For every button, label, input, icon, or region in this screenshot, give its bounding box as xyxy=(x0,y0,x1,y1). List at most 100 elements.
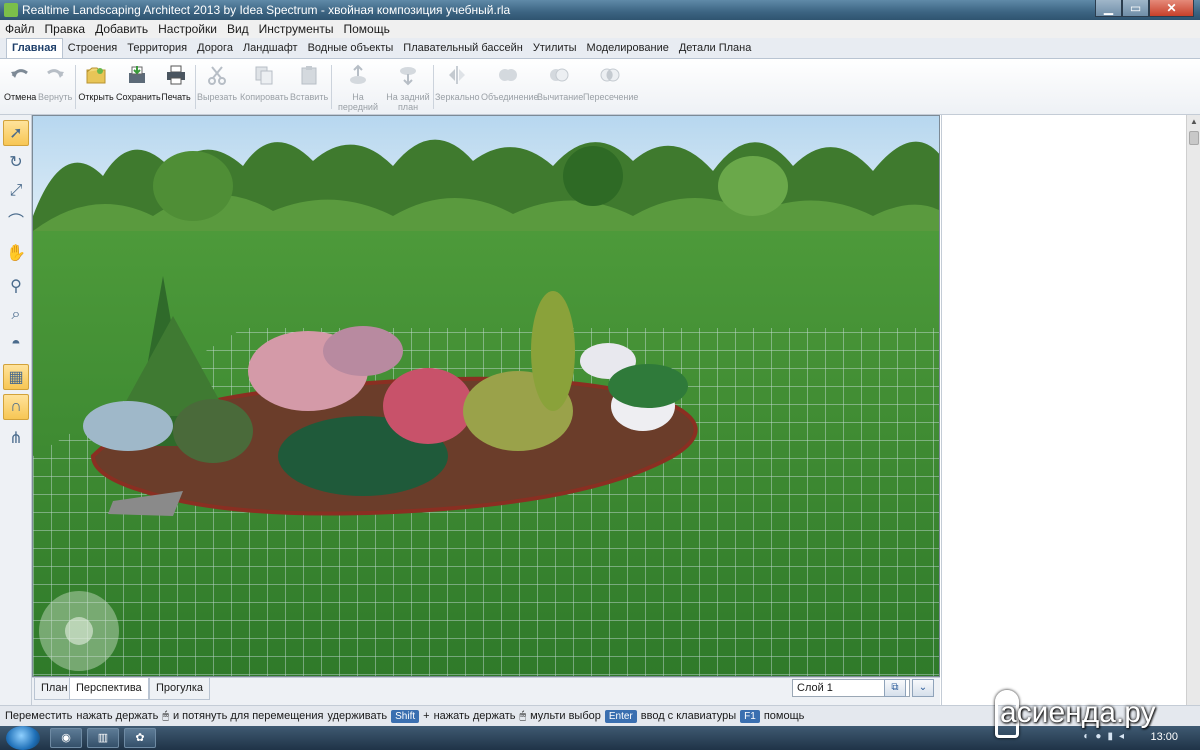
zoom-window-icon[interactable]: ⌕ xyxy=(3,302,29,328)
resize-icon[interactable]: ⤢ xyxy=(3,178,29,204)
menu-file[interactable]: Файл xyxy=(0,22,40,36)
magnet-icon[interactable]: ∩ xyxy=(3,394,29,420)
minimize-button[interactable]: ▁ xyxy=(1095,0,1122,17)
properties-panel xyxy=(941,115,1186,705)
tab-water[interactable]: Водные объекты xyxy=(303,39,399,58)
cut-button[interactable]: Вырезать xyxy=(197,64,237,102)
rotate-icon[interactable]: ↻ xyxy=(3,149,29,175)
redo-icon xyxy=(47,69,64,78)
mouse-icon: 🖱 xyxy=(519,709,527,722)
scroll-thumb[interactable] xyxy=(1189,131,1199,145)
tab-modeling[interactable]: Моделирование xyxy=(582,39,674,58)
tab-buildings[interactable]: Строения xyxy=(63,39,123,58)
pan-hand-icon[interactable]: ✋ xyxy=(3,240,29,266)
ribbon-separator xyxy=(433,65,434,109)
mirror-button[interactable]: Зеркально xyxy=(435,64,480,102)
left-toolbar: ➚ ↻ ⤢ ⌒ ✋ ⚲ ⌕ ◓ ▦ ∩ ⋔ xyxy=(0,115,32,705)
select-arrow-icon[interactable]: ➚ xyxy=(3,120,29,146)
status-keyboard: ввод с клавиатуры xyxy=(640,710,737,722)
mouse-icon: 🖱 xyxy=(162,709,169,722)
maximize-button[interactable]: ▭ xyxy=(1122,0,1149,17)
save-icon xyxy=(129,66,145,83)
open-button[interactable]: Открыть xyxy=(78,64,114,102)
status-press-hold-2: нажать держать xyxy=(433,710,516,722)
scissors-icon xyxy=(208,66,226,85)
layer-settings-button[interactable]: ⧉ xyxy=(884,679,906,697)
paste-button[interactable]: Вставить xyxy=(290,64,328,102)
key-f1: F1 xyxy=(740,709,760,723)
subtract-icon xyxy=(550,68,569,82)
tab-plan-details[interactable]: Детали Плана xyxy=(674,39,757,58)
garden-scene xyxy=(33,116,939,676)
send-back-button[interactable]: На задний план xyxy=(386,64,430,112)
status-drag: и потянуть для перемещения xyxy=(172,710,324,722)
open-label: Открыть xyxy=(78,92,114,102)
start-button[interactable] xyxy=(6,726,40,750)
printer-icon xyxy=(167,65,185,85)
tab-pool[interactable]: Плавательный бассейн xyxy=(398,39,528,58)
cut-label: Вырезать xyxy=(197,92,238,102)
ribbon-separator xyxy=(75,65,76,109)
curve-icon[interactable]: ⌒ xyxy=(3,207,29,233)
ribbon-separator xyxy=(331,65,332,109)
send-back-label: На задний план xyxy=(386,92,430,112)
menu-add[interactable]: Добавить xyxy=(90,22,153,36)
status-multi: мульти выбор xyxy=(530,710,601,722)
print-label: Печать xyxy=(161,92,191,102)
key-shift: Shift xyxy=(391,709,420,723)
undo-icon xyxy=(11,69,28,78)
camera-orbit-icon[interactable]: ◓ xyxy=(3,331,29,357)
3d-viewport[interactable] xyxy=(32,115,940,677)
tab-landscape[interactable]: Ландшафт xyxy=(238,39,303,58)
undo-button[interactable]: Отмена xyxy=(4,64,36,102)
view-bar: План Перспектива Прогулка Слой 1 ▼ ⧉ ⌄ xyxy=(32,677,940,705)
landscape-app-taskbar-icon[interactable]: ✿ xyxy=(124,728,156,748)
view-tab-perspective[interactable]: Перспектива xyxy=(69,678,149,700)
window-title: Realtime Landscaping Architect 2013 by I… xyxy=(22,3,511,17)
intersect-button[interactable]: Пересечение xyxy=(583,64,639,102)
close-button[interactable]: ✕ xyxy=(1149,0,1194,17)
menu-help[interactable]: Помощь xyxy=(339,22,395,36)
union-icon xyxy=(499,69,517,81)
intersect-label: Пересечение xyxy=(583,92,639,102)
tab-territory[interactable]: Территория xyxy=(122,39,192,58)
system-tray[interactable]: ◐●▮◂ xyxy=(1083,731,1130,742)
menu-view[interactable]: Вид xyxy=(222,22,254,36)
redo-button[interactable]: Вернуть xyxy=(38,64,72,102)
grid-icon[interactable]: ▦ xyxy=(3,364,29,390)
subtract-button[interactable]: Вычитание xyxy=(537,64,584,102)
chevron-down-icon: ⌄ xyxy=(918,682,928,693)
copy-icon xyxy=(255,66,273,85)
scroll-up-icon[interactable]: ▲ xyxy=(1187,115,1200,129)
tab-utilities[interactable]: Утилиты xyxy=(528,39,582,58)
app-icon xyxy=(4,3,18,17)
save-button[interactable]: Сохранить xyxy=(116,64,161,102)
menu-tools[interactable]: Инструменты xyxy=(254,22,339,36)
tab-road[interactable]: Дорога xyxy=(192,39,238,58)
view-tab-walk[interactable]: Прогулка xyxy=(149,678,211,700)
layer-select-value: Слой 1 xyxy=(797,682,833,694)
status-move: Переместить xyxy=(5,710,73,722)
copy-label: Копировать xyxy=(240,92,289,102)
mirror-label: Зеркально xyxy=(435,92,480,102)
menu-edit[interactable]: Правка xyxy=(40,22,91,36)
layer-dropdown-button[interactable]: ⌄ xyxy=(912,679,934,697)
status-plus: + xyxy=(423,710,430,722)
layers-icon: ⧉ xyxy=(891,682,899,693)
right-scrollbar[interactable]: ▲ xyxy=(1186,115,1200,705)
copy-button[interactable]: Копировать xyxy=(240,64,288,102)
union-button[interactable]: Объединение xyxy=(481,64,539,102)
status-help: помощь xyxy=(763,710,805,722)
chrome-taskbar-icon[interactable]: ◉ xyxy=(50,728,82,748)
status-press-hold: нажать держать xyxy=(76,710,159,722)
monitor-taskbar-icon[interactable]: ▥ xyxy=(87,728,119,748)
union-label: Объединение xyxy=(481,92,539,102)
subtract-label: Вычитание xyxy=(537,92,584,102)
snap-icon[interactable]: ⋔ xyxy=(3,425,29,451)
bring-front-button[interactable]: На передний план xyxy=(333,64,383,122)
tab-home[interactable]: Главная xyxy=(6,38,63,58)
print-button[interactable]: Печать xyxy=(160,64,192,102)
ribbon-toolbar: Отмена Вернуть Открыть Сохранить Печать … xyxy=(0,59,1200,122)
zoom-icon[interactable]: ⚲ xyxy=(3,273,29,299)
menu-settings[interactable]: Настройки xyxy=(153,22,222,36)
